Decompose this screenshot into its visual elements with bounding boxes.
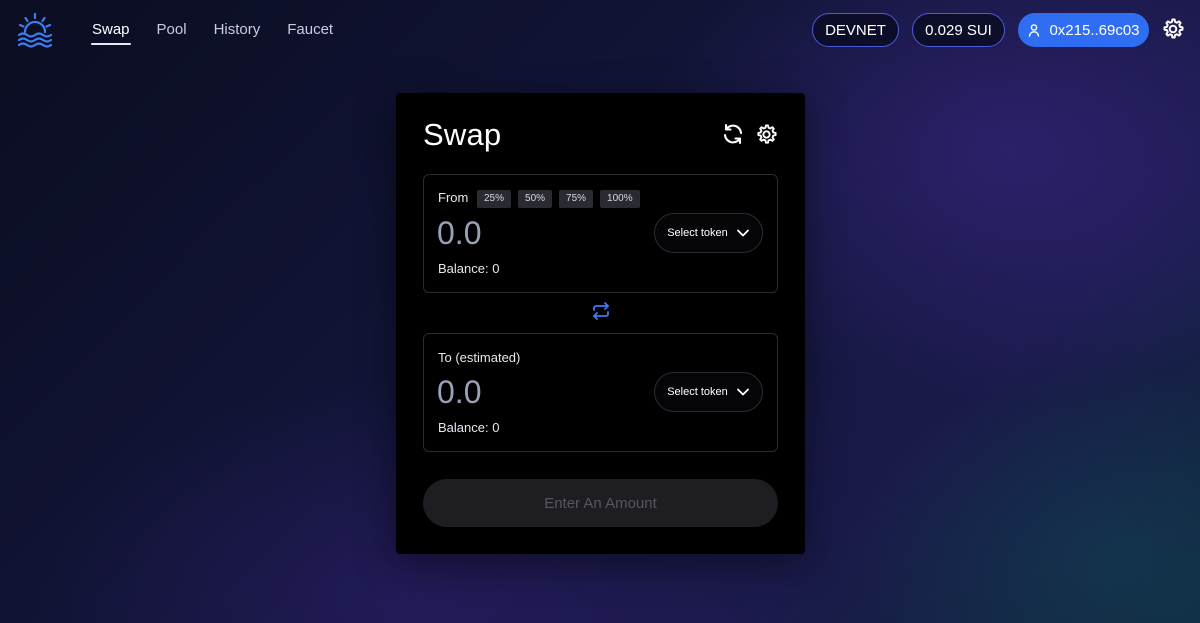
from-panel: From 25% 50% 75% 100% Select token Balan…	[423, 174, 778, 293]
from-select-token-label: Select token	[667, 227, 728, 239]
pct-50-button[interactable]: 50%	[518, 190, 553, 208]
pct-100-button[interactable]: 100%	[600, 190, 640, 208]
nav-history[interactable]: History	[214, 19, 261, 45]
sui-balance-button[interactable]: 0.029 SUI	[912, 13, 1005, 47]
pct-75-button[interactable]: 75%	[559, 190, 594, 208]
logo-icon[interactable]	[17, 12, 53, 48]
to-panel: To (estimated) Select token Balance: 0	[423, 333, 778, 452]
to-select-token-button[interactable]: Select token	[654, 372, 763, 412]
swap-title: Swap	[423, 117, 502, 152]
top-bar: Swap Pool History Faucet DEVNET 0.029 SU…	[0, 0, 1200, 60]
nav-pool[interactable]: Pool	[157, 19, 187, 45]
chevron-down-icon	[736, 229, 749, 237]
from-balance: Balance: 0	[438, 261, 500, 276]
gear-icon[interactable]	[1161, 17, 1185, 41]
nav-faucet[interactable]: Faucet	[287, 19, 333, 45]
enter-amount-button[interactable]: Enter An Amount	[423, 479, 778, 527]
main-nav: Swap Pool History Faucet	[91, 19, 360, 45]
percentage-buttons: 25% 50% 75% 100%	[477, 190, 640, 208]
user-icon	[1029, 24, 1040, 37]
wallet-button[interactable]: 0x215..69c03	[1018, 13, 1149, 47]
pct-25-button[interactable]: 25%	[477, 190, 512, 208]
from-amount-input[interactable]	[437, 215, 637, 251]
refresh-icon[interactable]	[721, 122, 745, 146]
swap-card: Swap From 25% 50% 75% 100% Select token	[396, 93, 805, 554]
nav-swap[interactable]: Swap	[91, 19, 131, 45]
network-button[interactable]: DEVNET	[812, 13, 899, 47]
from-select-token-button[interactable]: Select token	[654, 213, 763, 253]
wallet-address: 0x215..69c03	[1049, 21, 1140, 39]
to-balance: Balance: 0	[438, 420, 500, 435]
to-label: To (estimated)	[438, 350, 521, 365]
to-select-token-label: Select token	[667, 386, 728, 398]
chevron-down-icon	[736, 388, 749, 396]
to-amount-input[interactable]	[437, 374, 637, 410]
swap-settings-icon[interactable]	[755, 123, 778, 146]
from-label: From	[438, 190, 469, 205]
swap-arrows-icon[interactable]	[591, 301, 611, 321]
